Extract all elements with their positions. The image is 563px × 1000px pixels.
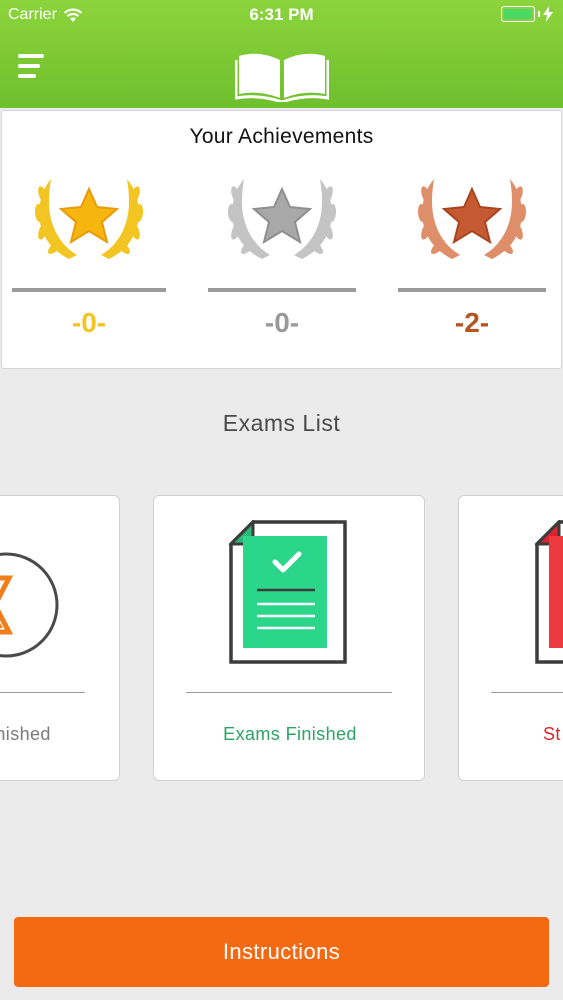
bronze-medal-icon — [417, 179, 527, 259]
document-check-icon — [229, 520, 347, 664]
achievements-title: Your Achievements — [189, 125, 374, 148]
exam-card-label: St — [543, 724, 561, 744]
open-book-icon — [235, 53, 329, 102]
bronze-divider — [398, 288, 546, 292]
gold-count: -0- — [71, 307, 107, 338]
silver-divider — [208, 288, 356, 292]
battery-indicator — [501, 6, 553, 22]
battery-icon — [501, 6, 535, 22]
hourglass-icon — [0, 552, 59, 658]
bronze-count: -2- — [454, 307, 490, 338]
gold-divider — [12, 288, 166, 292]
status-time: 6:31 PM — [249, 5, 314, 24]
top-bar: Carrier 6:31 PM — [0, 0, 563, 108]
exam-card-label: inished — [0, 724, 51, 744]
exam-card-finished[interactable]: Exams Finished — [153, 495, 425, 781]
achievements-card: Your Achievements -0- -0- -2- — [1, 110, 562, 369]
exam-card-label: Exams Finished — [223, 724, 357, 744]
status-bar: Carrier 6:31 PM — [0, 0, 563, 30]
charging-bolt-icon — [543, 6, 553, 22]
exam-card-in-progress[interactable]: inished — [0, 495, 120, 781]
instructions-button[interactable]: Instructions — [14, 917, 549, 987]
silver-medal-icon — [227, 179, 337, 259]
hamburger-menu-icon[interactable] — [18, 54, 48, 82]
document-icon — [535, 520, 563, 664]
silver-count: -0- — [264, 307, 300, 338]
exam-card-start[interactable]: St — [458, 495, 563, 781]
exams-list-title: Exams List — [222, 410, 341, 436]
gold-medal-icon — [34, 179, 144, 259]
